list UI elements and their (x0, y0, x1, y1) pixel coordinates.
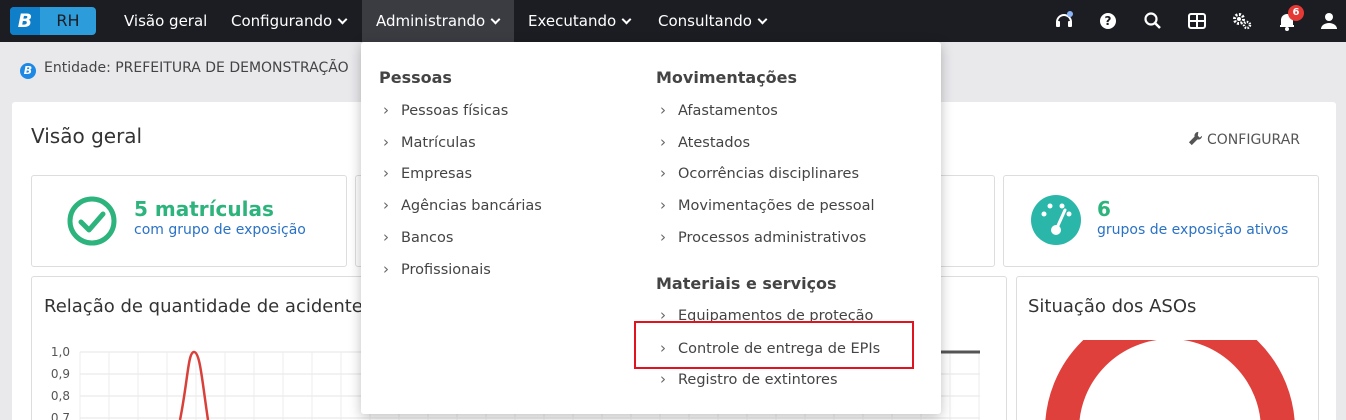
nav-visao-geral[interactable]: Visão geral (110, 0, 221, 42)
nav-label: Executando (528, 12, 617, 30)
chevron-down-icon (337, 14, 348, 25)
page-title: Visão geral (31, 124, 143, 148)
notification-count-badge: 6 (1288, 5, 1304, 21)
check-circle-icon (67, 196, 117, 246)
nav-label: Administrando (376, 12, 486, 30)
nav-administrando[interactable]: Administrando (362, 0, 514, 42)
aso-donut-chart (1045, 340, 1295, 420)
menu-item-movimentacoes-pessoal[interactable]: Movimentações de pessoal (660, 196, 874, 214)
app-logo[interactable]: B RH (10, 7, 96, 35)
y-tick-label: 1,0 (51, 345, 70, 359)
wrench-icon (1188, 131, 1203, 146)
y-tick-label: 0,7 (51, 411, 70, 420)
aso-chart-title: Situação dos ASOs (1028, 296, 1197, 317)
top-navbar: B RH Visão geral Configurando Administra… (0, 0, 1346, 42)
entity-label: Entidade: PREFEITURA DE DEMONSTRAÇÃO (44, 60, 349, 76)
chevron-down-icon (757, 14, 768, 25)
nav-label: Visão geral (124, 12, 208, 30)
menu-item-pessoas-fisicas[interactable]: Pessoas físicas (383, 101, 508, 119)
stat-subtitle-matriculas[interactable]: com grupo de exposição (134, 222, 306, 238)
menu-item-agencias-bancarias[interactable]: Agências bancárias (383, 196, 542, 214)
chevron-down-icon (490, 14, 501, 25)
menu-item-profissionais[interactable]: Profissionais (383, 260, 491, 278)
svg-text:?: ? (1105, 14, 1112, 28)
help-icon[interactable]: ? (1097, 10, 1119, 32)
nav-label: Consultando (658, 12, 752, 30)
menu-item-atestados[interactable]: Atestados (660, 133, 750, 151)
user-profile-icon[interactable] (1318, 10, 1340, 32)
stat-value-grupos: 6 (1097, 197, 1111, 221)
y-tick-label: 0,8 (51, 389, 70, 403)
accidents-chart-title: Relação de quantidade de acidente (44, 296, 363, 317)
menu-item-matriculas[interactable]: Matrículas (383, 133, 476, 151)
stat-value-matriculas: 5 matrículas (134, 197, 274, 221)
menu-section-materiais: Materiais e serviços (656, 274, 837, 293)
settings-gears-icon[interactable] (1231, 10, 1253, 32)
menu-item-ocorrencias-disciplinares[interactable]: Ocorrências disciplinares (660, 164, 859, 182)
nav-executando[interactable]: Executando (514, 0, 644, 42)
menu-item-registro-extintores[interactable]: Registro de extintores (660, 370, 838, 388)
menu-item-afastamentos[interactable]: Afastamentos (660, 101, 778, 119)
highlight-annotation-box (634, 321, 914, 369)
logo-letter: B (10, 7, 40, 35)
menu-section-pessoas: Pessoas (379, 68, 452, 87)
accidents-series-line (178, 350, 210, 420)
menu-item-empresas[interactable]: Empresas (383, 164, 472, 182)
apps-grid-icon[interactable] (1186, 10, 1208, 32)
nav-configurando[interactable]: Configurando (217, 0, 360, 42)
configure-button[interactable]: CONFIGURAR (1188, 131, 1300, 148)
y-tick-label: 0,9 (51, 367, 70, 381)
nav-consultando[interactable]: Consultando (644, 0, 780, 42)
entity-logo-icon: B (20, 63, 36, 79)
logo-text: RH (56, 11, 80, 30)
nav-label: Configurando (231, 12, 333, 30)
gauge-icon (1031, 195, 1081, 245)
menu-item-bancos[interactable]: Bancos (383, 228, 453, 246)
configure-label: CONFIGURAR (1207, 132, 1301, 148)
chevron-down-icon (621, 14, 632, 25)
menu-section-movimentacoes: Movimentações (656, 68, 798, 87)
stat-subtitle-grupos[interactable]: grupos de exposição ativos (1097, 222, 1288, 238)
menu-item-processos-administrativos[interactable]: Processos administrativos (660, 228, 866, 246)
search-icon[interactable] (1142, 10, 1164, 32)
support-headset-icon[interactable] (1053, 10, 1075, 32)
entity-selector[interactable]: B Entidade: PREFEITURA DE DEMONSTRAÇÃO (20, 58, 349, 79)
